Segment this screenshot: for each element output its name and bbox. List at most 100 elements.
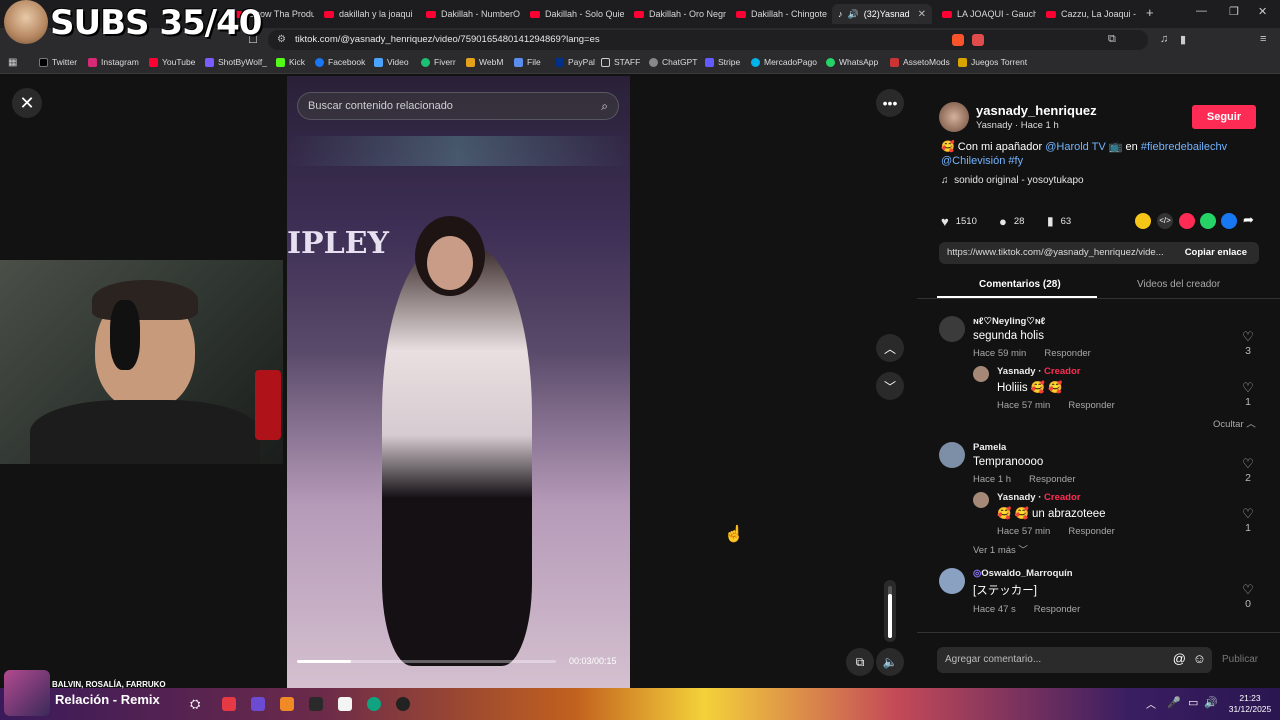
comment-username[interactable]: ɴℓ♡Neyling♡ɴℓ — [973, 316, 1091, 327]
tab-8[interactable]: Cazzu, La Joaqui - A — [1040, 4, 1138, 24]
video-link-text[interactable]: https://www.tiktok.com/@yasnady_henrique… — [947, 247, 1164, 258]
comment-like[interactable]: ♡ 3 — [1240, 329, 1256, 357]
rewards-icon[interactable] — [972, 34, 984, 46]
tab-5[interactable]: Dakillah - Chingote — [730, 4, 830, 24]
bookmark-video[interactable]: Video — [374, 57, 409, 67]
bookmark-stripe[interactable]: Stripe — [705, 57, 740, 67]
search-icon[interactable]: ⌕ — [601, 93, 608, 119]
bookmark-youtube[interactable]: YouTube — [149, 57, 195, 67]
bookmark-juegos-torrent[interactable]: Juegos Torrent — [958, 57, 1027, 67]
comment-username[interactable]: Oswaldo_Marroquín — [981, 568, 1072, 579]
bookmark-webm[interactable]: WebM — [466, 57, 503, 67]
tab-creator-videos[interactable]: Videos del creador — [1137, 279, 1220, 290]
hashtag-link[interactable]: #fiebredebailechv — [1141, 141, 1227, 153]
sound-row[interactable]: ♫ sonido original - yosoytukapo — [941, 175, 1084, 186]
close-tab-icon[interactable]: ✕ — [918, 9, 932, 20]
bookmark-twitter[interactable]: Twitter — [39, 57, 77, 67]
bookmark-fiverr[interactable]: Fiverr — [421, 57, 456, 67]
obs-icon[interactable] — [396, 697, 410, 711]
network-icon[interactable]: ▭ — [1188, 696, 1198, 709]
previous-video-button[interactable]: ︿ — [876, 334, 904, 362]
sidebar-icon[interactable]: ▮ — [1180, 33, 1186, 46]
volume-slider[interactable] — [884, 580, 896, 642]
reply-button[interactable]: Responder — [1044, 348, 1090, 359]
reply-button[interactable]: Responder — [1068, 526, 1114, 537]
video-progress-bar[interactable] — [297, 660, 556, 663]
bookmark-assetomods[interactable]: AssetoMods — [890, 57, 950, 67]
tab-6-active[interactable]: ♪ 🔊 (32)Yasnad ✕ — [832, 4, 932, 24]
clock[interactable]: 21:23 31/12/2025 — [1226, 693, 1274, 715]
more-options-icon[interactable]: ••• — [876, 89, 904, 117]
app-icon[interactable] — [338, 697, 352, 711]
view-more-replies-button[interactable]: Ver 1 más ﹀ — [973, 542, 1028, 556]
copy-link-button[interactable]: Copiar enlace — [1185, 247, 1247, 258]
bookmark-file[interactable]: File — [514, 57, 541, 67]
share-arrow-icon[interactable]: ➦ — [1243, 212, 1254, 228]
speaker-icon[interactable]: 🔈 — [876, 648, 904, 676]
steam-icon[interactable]: ⛭ — [190, 696, 200, 712]
comment-username[interactable]: Pamela — [973, 442, 1076, 453]
commenter-avatar[interactable] — [939, 442, 965, 468]
bookmark-staff[interactable]: STAFF — [601, 57, 640, 67]
tray-chevron-icon[interactable]: ︿ — [1146, 696, 1156, 711]
bookmark-paypal[interactable]: PayPal — [555, 57, 595, 67]
mention-link[interactable]: @Chilevisión — [941, 155, 1005, 167]
close-window-icon[interactable]: ✕ — [1258, 5, 1267, 18]
author-avatar[interactable] — [939, 102, 969, 132]
hashtag-link[interactable]: #fy — [1008, 155, 1023, 167]
microphone-icon[interactable]: 🎤 — [1167, 696, 1181, 709]
music-icon[interactable]: ♫ — [1160, 33, 1168, 45]
reply-username[interactable]: Yasnady — [997, 492, 1036, 503]
follow-button[interactable]: Seguir — [1192, 105, 1256, 129]
video-player[interactable]: IPLEY Buscar contenido relacionado ⌕ 00:… — [287, 76, 630, 688]
publish-button[interactable]: Publicar — [1222, 654, 1258, 665]
volume-icon[interactable]: 🔊 — [1204, 696, 1218, 709]
reply-button[interactable]: Responder — [1068, 400, 1114, 411]
author-username[interactable]: yasnady_henriquez — [976, 103, 1097, 118]
app-icon[interactable] — [251, 697, 265, 711]
hide-replies-button[interactable]: Ocultar ︿ — [1213, 416, 1256, 430]
app-icon[interactable] — [309, 697, 323, 711]
minimize-icon[interactable]: — — [1196, 5, 1207, 17]
new-tab-icon[interactable]: + — [1146, 5, 1154, 20]
extensions-icon[interactable]: ⧉ — [1108, 33, 1116, 46]
comment-input[interactable]: Agregar comentario... @ ☺ — [937, 647, 1212, 673]
like-stat[interactable]: ♥ 1510 — [941, 214, 977, 229]
comment-stat[interactable]: ● 28 — [999, 214, 1024, 229]
apps-grid-icon[interactable]: ▦ — [8, 57, 17, 68]
tab-7[interactable]: LA JOAQUI - Gauch — [936, 4, 1036, 24]
whatsapp-icon[interactable] — [1200, 213, 1216, 229]
tab-2[interactable]: Dakillah - NumberO — [420, 4, 520, 24]
chatgpt-icon[interactable] — [367, 697, 381, 711]
commenter-avatar[interactable] — [939, 316, 965, 342]
coin-icon[interactable] — [1135, 213, 1151, 229]
mention-at-icon[interactable]: @ — [1173, 651, 1186, 666]
comment-like[interactable]: ♡ 0 — [1240, 582, 1256, 610]
bookmark-facebook[interactable]: Facebook — [315, 57, 365, 67]
comment-like[interactable]: ♡ 2 — [1240, 456, 1256, 484]
bookmark-kick[interactable]: Kick — [276, 57, 305, 67]
close-video-button[interactable]: ✕ — [12, 88, 42, 118]
facebook-icon[interactable] — [1221, 213, 1237, 229]
pip-icon[interactable]: ⧉ — [846, 648, 874, 676]
maximize-icon[interactable]: ❐ — [1229, 5, 1239, 18]
menu-icon[interactable]: ≡ — [1260, 33, 1266, 45]
brave-shield-icon[interactable] — [952, 34, 964, 46]
bookmark-chatgpt[interactable]: ChatGPT — [649, 57, 697, 67]
reply-username[interactable]: Yasnady — [997, 366, 1036, 377]
mention-link[interactable]: @Harold TV — [1045, 141, 1105, 153]
bookmark-shotbywolf[interactable]: ShotByWolf_ — [205, 57, 267, 67]
bookmark-whatsapp[interactable]: WhatsApp — [826, 57, 878, 67]
reply-like[interactable]: ♡ 1 — [1240, 380, 1256, 408]
bookmark-instagram[interactable]: Instagram — [88, 57, 139, 67]
reply-button[interactable]: Responder — [1034, 604, 1080, 615]
site-settings-icon[interactable]: ⚙ — [277, 30, 286, 50]
next-video-button[interactable]: ﹀ — [876, 372, 904, 400]
emoji-icon[interactable]: ☺ — [1193, 651, 1206, 666]
app-icon[interactable] — [222, 697, 236, 711]
tab-comments[interactable]: Comentarios (28) — [979, 279, 1061, 290]
related-search-input[interactable]: Buscar contenido relacionado ⌕ — [297, 92, 619, 120]
tab-3[interactable]: Dakillah - Solo Quie — [524, 4, 624, 24]
bookmark-mercadopago[interactable]: MercadoPago — [751, 57, 817, 67]
send-icon[interactable] — [1179, 213, 1195, 229]
